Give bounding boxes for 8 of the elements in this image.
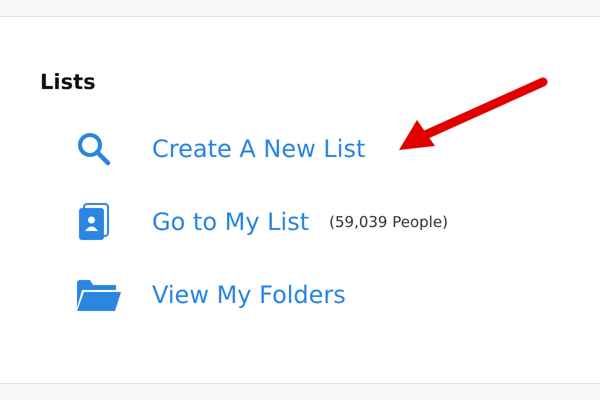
- list-link[interactable]: Go to My List: [152, 204, 310, 240]
- people-count: (59,039 People): [329, 212, 448, 233]
- search-icon: [76, 131, 112, 167]
- contact-book-icon: [76, 203, 112, 241]
- section-title: Lists: [40, 69, 97, 95]
- list-link[interactable]: Create A New List: [152, 131, 366, 167]
- list-link[interactable]: View My Folders: [152, 277, 346, 313]
- folder-icon: [76, 278, 122, 312]
